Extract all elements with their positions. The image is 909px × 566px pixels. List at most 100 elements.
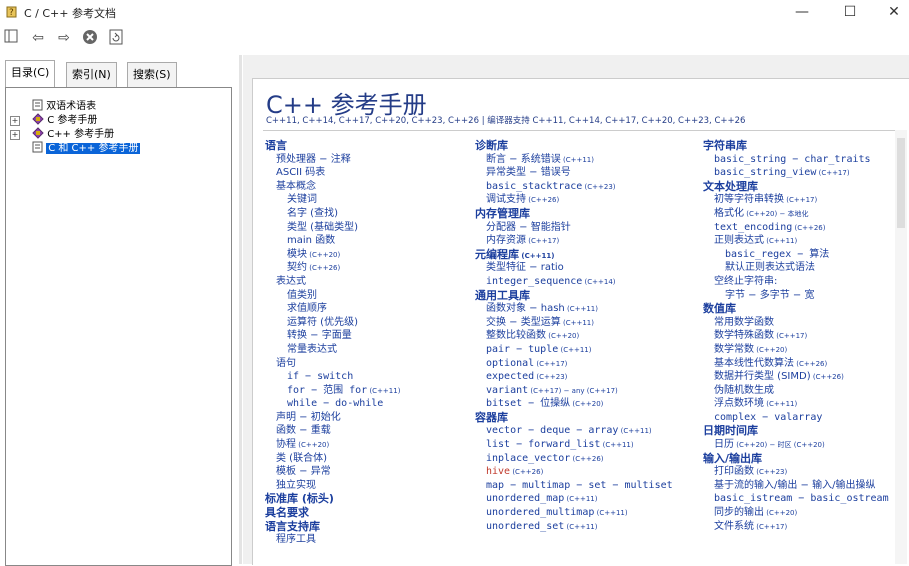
- reference-link[interactable]: ASCII 码表: [265, 166, 400, 180]
- reference-link[interactable]: 函数 − 重载: [265, 424, 400, 438]
- back-icon[interactable]: ⇦: [29, 29, 47, 47]
- splitter[interactable]: [239, 55, 242, 564]
- tree-item-cpp-reference[interactable]: C++ 参考手册: [32, 127, 114, 141]
- reference-link[interactable]: hive (C++26): [475, 465, 673, 479]
- expand-icon[interactable]: +: [10, 116, 20, 126]
- reference-link[interactable]: 默认正则表达式语法: [703, 261, 889, 275]
- reference-link[interactable]: unordered_multimap (C++11): [475, 506, 673, 520]
- reference-link[interactable]: 转换 − 字面量: [265, 329, 400, 343]
- version-links[interactable]: C++11, C++14, C++17, C++20, C++23, C++26…: [266, 114, 745, 126]
- reference-link[interactable]: 同步的输出 (C++20): [703, 506, 889, 520]
- reference-link[interactable]: 初等字符串转换 (C++17): [703, 193, 889, 207]
- reference-link[interactable]: while − do-while: [265, 397, 400, 411]
- reference-link[interactable]: basic_stacktrace (C++23): [475, 180, 673, 194]
- reference-link[interactable]: 模板 − 异常: [265, 465, 400, 479]
- reference-link[interactable]: 类型 (基础类型): [265, 221, 400, 235]
- tree-item-glossary[interactable]: 双语术语表: [32, 99, 96, 113]
- reference-link[interactable]: 正则表达式 (C++11): [703, 234, 889, 248]
- reference-link[interactable]: text_encoding (C++26): [703, 221, 889, 235]
- reference-link[interactable]: 基本概念: [265, 180, 400, 194]
- vertical-scrollbar[interactable]: [895, 130, 907, 564]
- reference-link[interactable]: 语句: [265, 357, 400, 371]
- tree-item-c-reference[interactable]: C 参考手册: [32, 113, 97, 127]
- reference-link[interactable]: 基本线性代数算法 (C++26): [703, 357, 889, 371]
- reference-link[interactable]: basic_string − char_traits: [703, 153, 889, 167]
- reference-link[interactable]: 伪随机数生成: [703, 384, 889, 398]
- section-heading[interactable]: 输入/输出库: [703, 452, 889, 466]
- expand-icon[interactable]: +: [10, 130, 20, 140]
- reference-link[interactable]: 协程 (C++20): [265, 438, 400, 452]
- reference-link[interactable]: 交换 − 类型运算 (C++11): [475, 316, 673, 330]
- reference-link[interactable]: basic_regex − 算法: [703, 248, 889, 262]
- reference-link[interactable]: basic_istream − basic_ostream: [703, 492, 889, 506]
- reference-link[interactable]: 预处理器 − 注释: [265, 153, 400, 167]
- reference-link[interactable]: 类型特征 − ratio: [475, 261, 673, 275]
- reference-link[interactable]: 名字 (查找): [265, 207, 400, 221]
- reference-link[interactable]: vector − deque − array (C++11): [475, 424, 673, 438]
- reference-link[interactable]: 浮点数环境 (C++11): [703, 397, 889, 411]
- forward-icon[interactable]: ⇨: [55, 29, 73, 47]
- section-heading[interactable]: 文本处理库: [703, 180, 889, 194]
- reference-link[interactable]: 表达式: [265, 275, 400, 289]
- reference-link[interactable]: 值类别: [265, 289, 400, 303]
- maximize-button[interactable]: ☐: [832, 2, 868, 22]
- reference-link[interactable]: 运算符 (优先级): [265, 316, 400, 330]
- stop-icon[interactable]: [81, 29, 99, 47]
- reference-link[interactable]: unordered_set (C++11): [475, 520, 673, 534]
- reference-link[interactable]: variant (C++17) − any (C++17): [475, 384, 673, 398]
- close-button[interactable]: ✕: [876, 2, 909, 22]
- reference-link[interactable]: bitset − 位操纵 (C++20): [475, 397, 673, 411]
- reference-link[interactable]: 字节 − 多字节 − 宽: [703, 289, 889, 303]
- section-heading[interactable]: 语言: [265, 139, 400, 153]
- reference-link[interactable]: 断言 − 系统错误 (C++11): [475, 153, 673, 167]
- tab-search[interactable]: 搜索(S): [127, 62, 177, 88]
- reference-link[interactable]: map − multimap − set − multiset: [475, 479, 673, 493]
- reference-link[interactable]: 常用数学函数: [703, 316, 889, 330]
- reference-link[interactable]: 内存资源 (C++17): [475, 234, 673, 248]
- reference-link[interactable]: 契约 (C++26): [265, 261, 400, 275]
- reference-link[interactable]: 常量表达式: [265, 343, 400, 357]
- reference-link[interactable]: main 函数: [265, 234, 400, 248]
- reference-link[interactable]: 求值顺序: [265, 302, 400, 316]
- reference-link[interactable]: basic_string_view (C++17): [703, 166, 889, 180]
- reference-link[interactable]: 调试支持 (C++26): [475, 193, 673, 207]
- reference-link[interactable]: 异常类型 − 错误号: [475, 166, 673, 180]
- reference-link[interactable]: 基于流的输入/输出 − 输入/输出操纵: [703, 479, 889, 493]
- reference-link[interactable]: 独立实现: [265, 479, 400, 493]
- reference-link[interactable]: complex − valarray: [703, 411, 889, 425]
- tab-contents[interactable]: 目录(C): [5, 60, 56, 89]
- refresh-icon[interactable]: [107, 29, 125, 47]
- reference-link[interactable]: 关键词: [265, 193, 400, 207]
- section-heading[interactable]: 语言支持库: [265, 520, 400, 534]
- reference-link[interactable]: 函数对象 − hash (C++11): [475, 302, 673, 316]
- section-heading[interactable]: 内存管理库: [475, 207, 673, 221]
- reference-link[interactable]: unordered_map (C++11): [475, 492, 673, 506]
- reference-link[interactable]: 打印函数 (C++23): [703, 465, 889, 479]
- reference-link[interactable]: 分配器 − 智能指针: [475, 221, 673, 235]
- section-heading[interactable]: 标准库 (标头): [265, 492, 400, 506]
- section-heading[interactable]: 元编程库 (C++11): [475, 248, 673, 262]
- reference-link[interactable]: pair − tuple (C++11): [475, 343, 673, 357]
- scrollbar-thumb[interactable]: [897, 138, 905, 228]
- tab-index[interactable]: 索引(N): [66, 62, 117, 88]
- reference-link[interactable]: integer_sequence (C++14): [475, 275, 673, 289]
- reference-link[interactable]: 整数比较函数 (C++20): [475, 329, 673, 343]
- minimize-button[interactable]: —: [784, 2, 820, 22]
- section-heading[interactable]: 通用工具库: [475, 289, 673, 303]
- section-heading[interactable]: 容器库: [475, 411, 673, 425]
- section-heading[interactable]: 数值库: [703, 302, 889, 316]
- reference-link[interactable]: 模块 (C++20): [265, 248, 400, 262]
- reference-link[interactable]: for − 范围 for (C++11): [265, 384, 400, 398]
- section-heading[interactable]: 诊断库: [475, 139, 673, 153]
- section-heading[interactable]: 字符串库: [703, 139, 889, 153]
- reference-link[interactable]: 声明 − 初始化: [265, 411, 400, 425]
- reference-link[interactable]: inplace_vector (C++26): [475, 452, 673, 466]
- reference-link[interactable]: 文件系统 (C++17): [703, 520, 889, 534]
- reference-link[interactable]: expected (C++23): [475, 370, 673, 384]
- reference-link[interactable]: 数据并行类型 (SIMD) (C++26): [703, 370, 889, 384]
- reference-link[interactable]: 格式化 (C++20) − 本地化: [703, 207, 889, 221]
- reference-link[interactable]: if − switch: [265, 370, 400, 384]
- reference-link[interactable]: 数学常数 (C++20): [703, 343, 889, 357]
- reference-link[interactable]: 类 (联合体): [265, 452, 400, 466]
- reference-link[interactable]: 空终止字符串:: [703, 275, 889, 289]
